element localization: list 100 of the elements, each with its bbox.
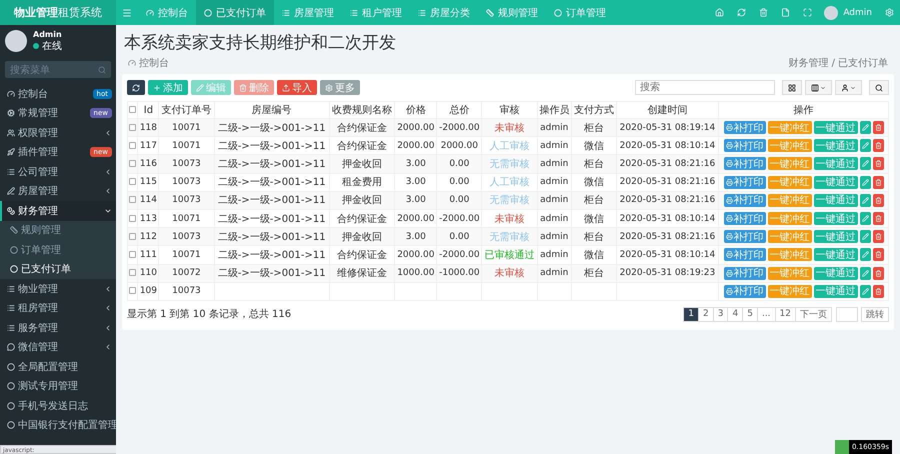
- edit-button[interactable]: [860, 248, 871, 262]
- action-button[interactable]: 一键通过: [814, 157, 858, 170]
- action-button[interactable]: 一键通过: [814, 212, 858, 226]
- action-button[interactable]: 一键冲红: [768, 212, 812, 226]
- nav-tab[interactable]: 订单管理: [546, 0, 614, 25]
- nav-tab[interactable]: 已支付订单: [196, 0, 274, 25]
- action-button[interactable]: 补打印: [724, 176, 766, 189]
- search-button[interactable]: [869, 80, 889, 95]
- sidebar-item[interactable]: 公司管理: [0, 162, 116, 182]
- delete-button[interactable]: [872, 139, 884, 152]
- action-button[interactable]: 一键通过: [814, 194, 858, 207]
- delete-button[interactable]: [872, 157, 884, 170]
- checkbox[interactable]: [129, 214, 136, 222]
- action-button[interactable]: 一键冲红: [768, 266, 812, 280]
- page-link[interactable]: 12: [774, 306, 796, 322]
- sidebar-item[interactable]: 租房管理: [0, 298, 116, 318]
- edit-button[interactable]: [860, 176, 871, 189]
- edit-button[interactable]: [860, 284, 871, 298]
- action-button[interactable]: 一键通过: [814, 176, 858, 189]
- checkbox[interactable]: [129, 142, 136, 149]
- action-button[interactable]: 补打印: [724, 212, 766, 226]
- nav-tab[interactable]: 房屋管理: [274, 0, 342, 25]
- action-button[interactable]: 一键通过: [814, 248, 858, 262]
- sidebar-item[interactable]: 测试专用管理: [0, 376, 116, 396]
- export-button[interactable]: [835, 80, 862, 95]
- action-button[interactable]: 补打印: [724, 284, 766, 298]
- checkbox[interactable]: [129, 196, 136, 204]
- delete-button[interactable]: [872, 248, 884, 262]
- checkbox[interactable]: [129, 160, 136, 167]
- toggle-view-button[interactable]: [782, 80, 802, 95]
- action-button[interactable]: 补打印: [724, 121, 766, 134]
- delete-button[interactable]: [872, 266, 884, 280]
- edit-button[interactable]: [860, 139, 871, 152]
- toolbar-button[interactable]: 导入: [277, 80, 317, 95]
- delete-button[interactable]: [872, 194, 884, 207]
- breadcrumb-link[interactable]: 控制台: [139, 56, 169, 70]
- action-button[interactable]: 一键通过: [814, 121, 858, 134]
- action-button[interactable]: 补打印: [724, 139, 766, 152]
- action-button[interactable]: 一键通过: [814, 284, 858, 298]
- toolbar-button[interactable]: 更多: [320, 80, 360, 95]
- breadcrumb-link[interactable]: 财务管理: [788, 56, 829, 70]
- action-button[interactable]: 一键冲红: [768, 194, 812, 207]
- nav-tab[interactable]: 房屋分类: [410, 0, 478, 25]
- nav-tab[interactable]: 控制台: [138, 0, 196, 25]
- breadcrumb-link[interactable]: 已支付订单: [838, 56, 888, 70]
- sidebar-item[interactable]: 财务管理: [0, 201, 116, 220]
- page-link[interactable]: 下一页: [795, 306, 832, 322]
- page-input[interactable]: [836, 306, 858, 322]
- action-button[interactable]: 一键冲红: [768, 121, 812, 134]
- nav-tab[interactable]: 规则管理: [478, 0, 546, 25]
- action-button[interactable]: 一键通过: [814, 230, 858, 244]
- action-button[interactable]: 一键通过: [814, 266, 858, 280]
- sidebar-item[interactable]: 房屋管理: [0, 182, 116, 201]
- checkbox[interactable]: [129, 178, 136, 186]
- edit-button[interactable]: [860, 230, 871, 244]
- checkbox[interactable]: [129, 250, 136, 258]
- action-button[interactable]: 一键冲红: [768, 176, 812, 189]
- action-button[interactable]: 一键通过: [814, 139, 858, 152]
- search-field[interactable]: 搜索: [635, 80, 775, 95]
- columns-button[interactable]: [805, 80, 832, 95]
- action-button[interactable]: 一键冲红: [768, 139, 812, 152]
- checkbox[interactable]: [129, 124, 136, 131]
- sidebar-item[interactable]: 规则管理: [0, 220, 116, 240]
- edit-button[interactable]: [860, 212, 871, 226]
- delete-button[interactable]: [872, 121, 884, 134]
- checkbox[interactable]: [129, 106, 136, 114]
- delete-button[interactable]: [872, 284, 884, 298]
- page-link[interactable]: 2: [698, 306, 714, 322]
- sidebar-item[interactable]: 手机号发送日志: [0, 396, 116, 416]
- search-field[interactable]: 搜索菜单: [5, 61, 111, 78]
- action-button[interactable]: 补打印: [724, 248, 766, 262]
- refresh-button[interactable]: [127, 80, 145, 95]
- sidebar-item[interactable]: 已支付订单: [0, 260, 116, 279]
- action-button[interactable]: 补打印: [724, 266, 766, 280]
- edit-button[interactable]: [860, 266, 871, 280]
- checkbox[interactable]: [129, 269, 136, 276]
- edit-button[interactable]: [860, 194, 871, 207]
- user-menu[interactable]: Admin: [843, 8, 872, 18]
- edit-button[interactable]: [860, 121, 871, 134]
- page-link[interactable]: ...: [756, 306, 776, 322]
- nav-tab[interactable]: 租户管理: [342, 0, 410, 25]
- action-button[interactable]: 一键冲红: [768, 230, 812, 244]
- page-link[interactable]: 4: [727, 306, 744, 322]
- action-button[interactable]: 一键冲红: [768, 157, 812, 170]
- delete-button[interactable]: [872, 230, 884, 244]
- toolbar-button[interactable]: 添加: [148, 80, 188, 95]
- delete-button[interactable]: [872, 212, 884, 226]
- action-button[interactable]: 一键冲红: [768, 284, 812, 298]
- page-link[interactable]: 5: [742, 306, 758, 322]
- sidebar-item[interactable]: 物业管理: [0, 279, 116, 298]
- jump-button[interactable]: 跳转: [861, 306, 889, 322]
- action-button[interactable]: 一键冲红: [768, 248, 812, 262]
- sidebar-item[interactable]: 权限管理: [0, 123, 116, 142]
- checkbox[interactable]: [129, 287, 136, 294]
- action-button[interactable]: 补打印: [724, 194, 766, 207]
- checkbox[interactable]: [129, 232, 136, 240]
- action-button[interactable]: 补打印: [724, 157, 766, 170]
- delete-button[interactable]: [872, 176, 884, 189]
- sidebar-item[interactable]: 微信管理: [0, 338, 116, 357]
- sidebar-item[interactable]: 订单管理: [0, 240, 116, 260]
